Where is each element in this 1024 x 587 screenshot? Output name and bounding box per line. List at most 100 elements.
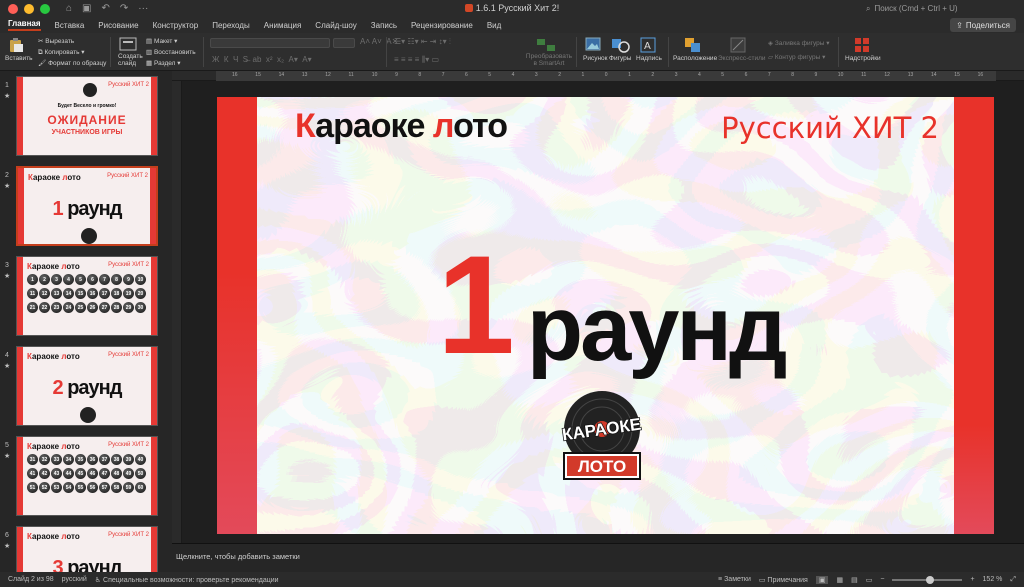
slide-thumbnail-row[interactable]: 1 ★ Русский ХИТ 2 Будет Весело и громко!… bbox=[0, 76, 172, 164]
slide-thumbnail-row[interactable]: 2 ★ Караоке лото Русский ХИТ 2 1 раунд bbox=[0, 166, 172, 254]
slide-title[interactable]: Караоке лото bbox=[295, 107, 508, 146]
number-ball: 54 bbox=[63, 482, 74, 493]
fit-slide-icon[interactable]: ⤢ bbox=[1010, 576, 1016, 584]
layout-button[interactable]: ▤ Макет ▾ bbox=[146, 37, 177, 45]
close-window-icon[interactable] bbox=[8, 3, 18, 14]
slide-thumbnail-row[interactable]: 3 ★ Караоке лото Русский ХИТ 21234567891… bbox=[0, 256, 172, 344]
tab-8[interactable]: Рецензирование bbox=[411, 21, 473, 30]
tab-7[interactable]: Запись bbox=[371, 21, 397, 30]
zoom-slider[interactable] bbox=[892, 575, 963, 584]
title-bar: ⌂ ▣ ↶ ↷ ··· 1.6.1 Русский Хит 2! ⌕ Поиск… bbox=[0, 0, 1024, 17]
redo-icon[interactable]: ↷ bbox=[120, 3, 128, 14]
section-button[interactable]: ▦ Раздел ▾ bbox=[146, 59, 181, 67]
shapes-icon[interactable] bbox=[611, 37, 631, 53]
notes-pane[interactable]: Щелкните, чтобы добавить заметки bbox=[172, 543, 1024, 572]
slide-sorter-icon[interactable]: ▦ bbox=[836, 576, 843, 584]
paragraph-buttons-bottom[interactable]: ≡ ≡ ≡ ≡ ⫼▾ ▭ bbox=[394, 55, 439, 65]
copy-button[interactable]: ⧉ Копировать ▾ bbox=[38, 48, 85, 57]
number-ball: 48 bbox=[111, 468, 122, 479]
tab-2[interactable]: Рисование bbox=[98, 21, 138, 30]
normal-view-icon[interactable]: ▣ bbox=[815, 575, 829, 584]
font-size-field[interactable] bbox=[333, 38, 355, 48]
format-painter-label: Формат по образцу bbox=[48, 60, 107, 67]
language-indicator[interactable]: русский bbox=[62, 576, 87, 583]
picture-button[interactable]: Рисунок bbox=[583, 55, 608, 62]
horizontal-ruler[interactable]: 16 15 14 13 12 11 10 9 8 7 6 5 4 3 2 1 0 1 2 3 4 5 6 7 8 9 10 11 12 1… bbox=[172, 71, 1024, 81]
tab-4[interactable]: Переходы bbox=[212, 21, 250, 30]
comments-toggle[interactable]: ▭ Примечания bbox=[759, 576, 808, 584]
slide-thumbnails-pane[interactable]: 1 ★ Русский ХИТ 2 Будет Весело и громко!… bbox=[0, 71, 172, 572]
new-slide-button[interactable]: Создать слайд bbox=[118, 53, 144, 67]
shapes-button[interactable]: Фигуры bbox=[609, 55, 631, 62]
thumb-subtitle: Русский ХИТ 2 bbox=[108, 442, 149, 448]
tab-9[interactable]: Вид bbox=[487, 21, 501, 30]
slide-thumbnail[interactable]: Караоке лото Русский ХИТ 2 2 раунд bbox=[16, 346, 158, 426]
zoom-in-icon[interactable]: + bbox=[970, 576, 974, 583]
slide-thumbnail[interactable]: Караоке лото Русский ХИТ 2 3 раунд bbox=[16, 526, 158, 572]
format-painter-button[interactable]: 🖌 Формат по образцу bbox=[38, 59, 106, 67]
more-icon[interactable]: ··· bbox=[138, 3, 148, 14]
font-size-controls[interactable]: A˄ A˅ A✕ bbox=[360, 37, 398, 46]
smartart-button[interactable]: Преобразовать в SmartArt bbox=[524, 53, 574, 67]
shape-fill-button[interactable]: ◈ Заливка фигуры ▾ bbox=[768, 39, 830, 47]
zoom-slider-knob[interactable] bbox=[926, 575, 935, 584]
zoom-level[interactable]: 152 % bbox=[983, 576, 1003, 583]
tab-5[interactable]: Анимация bbox=[264, 21, 302, 30]
arrange-button[interactable]: Расположение bbox=[673, 55, 717, 62]
font-name-field[interactable] bbox=[210, 38, 330, 48]
slide-thumbnail[interactable]: Караоке лото Русский ХИТ 2 1 2 3 4 5 6 7 8 9 10 11 1… bbox=[16, 256, 158, 336]
ruler-number: 2 bbox=[651, 72, 655, 78]
slideshow-icon[interactable]: ▭ bbox=[866, 576, 873, 584]
paste-icon[interactable] bbox=[8, 37, 24, 53]
accessibility-status[interactable]: ♿ Специальные возможности: проверьте рек… bbox=[95, 576, 279, 584]
reading-view-icon[interactable]: ▤ bbox=[851, 576, 858, 584]
number-ball: 45 bbox=[75, 468, 86, 479]
textbox-icon[interactable]: A bbox=[640, 37, 656, 53]
reset-button[interactable]: ▥ Восстановить bbox=[146, 48, 196, 56]
thumb-round-number: 3 bbox=[52, 557, 64, 572]
thumb-line1: Будет Весело и громко! bbox=[57, 103, 117, 109]
slide-thumbnail-row[interactable]: 6 ★ Караоке лото Русский ХИТ 2 3 раунд bbox=[0, 526, 172, 572]
new-slide-icon[interactable] bbox=[119, 37, 137, 51]
text-format-buttons[interactable]: Ж К Ч S̶ ab x² x₂ A▾ A▾ bbox=[212, 55, 312, 64]
vertical-ruler[interactable] bbox=[172, 81, 182, 543]
slide-subtitle[interactable]: Русский ХИТ 2 bbox=[721, 111, 939, 145]
slide-thumbnail-row[interactable]: 5 ★ Караоке лото Русский ХИТ 2 31 32 33 34 35… bbox=[0, 436, 172, 524]
accessibility-label: Специальные возможности: проверьте реком… bbox=[103, 576, 279, 584]
addins-button[interactable]: Надстройки bbox=[845, 55, 881, 62]
addins-icon[interactable] bbox=[854, 37, 870, 53]
cut-button[interactable]: ✂ Вырезать bbox=[38, 37, 74, 45]
shape-outline-button[interactable]: ▱ Контур фигуры ▾ bbox=[768, 53, 825, 61]
karaoke-loto-logo[interactable]: КАРАОКЕ ЛОТО bbox=[547, 387, 657, 497]
tab-3[interactable]: Конструктор bbox=[153, 21, 199, 30]
notes-toggle[interactable]: ≡ Заметки bbox=[718, 576, 751, 583]
zoom-window-icon[interactable] bbox=[40, 3, 50, 14]
share-button[interactable]: ⇪ Поделиться bbox=[950, 18, 1016, 32]
round-heading[interactable]: 1 раунд bbox=[437, 235, 787, 376]
undo-icon[interactable]: ↶ bbox=[102, 3, 110, 14]
tab-1[interactable]: Вставка bbox=[55, 21, 85, 30]
slide-thumbnail[interactable]: Русский ХИТ 2 Будет Весело и громко! ОЖИ… bbox=[16, 76, 158, 156]
tab-0[interactable]: Главная bbox=[8, 19, 41, 31]
search-box[interactable]: ⌕ Поиск (Cmd + Ctrl + U) bbox=[866, 2, 1006, 15]
slide-thumbnail[interactable]: Караоке лото Русский ХИТ 2 31 32 33 34 35 36 37… bbox=[16, 436, 158, 516]
home-icon[interactable]: ⌂ bbox=[66, 3, 72, 14]
smartart-icon[interactable] bbox=[536, 37, 556, 53]
arrange-icon[interactable] bbox=[684, 37, 702, 53]
number-ball: 32 bbox=[39, 454, 50, 465]
zoom-out-icon[interactable]: − bbox=[880, 576, 884, 583]
number-ball: 28 bbox=[111, 302, 122, 313]
save-icon[interactable]: ▣ bbox=[82, 3, 91, 14]
current-slide[interactable]: Караоке лото Русский ХИТ 2 1 раунд КАРАО… bbox=[217, 97, 994, 534]
quick-styles-icon[interactable] bbox=[730, 37, 746, 53]
paragraph-buttons-top[interactable]: ☰▾ ☷▾ ⇤ ⇥ ↕▾ ⫶ bbox=[394, 37, 451, 47]
minimize-window-icon[interactable] bbox=[24, 3, 34, 14]
slide-thumbnail-row[interactable]: 4 ★ Караоке лото Русский ХИТ 2 2 раунд bbox=[0, 346, 172, 434]
picture-icon[interactable] bbox=[585, 37, 601, 51]
slide-thumbnail[interactable]: Караоке лото Русский ХИТ 2 1 раунд bbox=[16, 166, 158, 246]
notes-placeholder: Щелкните, чтобы добавить заметки bbox=[176, 552, 300, 561]
paste-button[interactable]: Вставить bbox=[5, 55, 33, 62]
quick-styles-button[interactable]: Экспресс-стили bbox=[718, 55, 766, 62]
textbox-button[interactable]: Надпись bbox=[636, 55, 662, 62]
tab-6[interactable]: Слайд-шоу bbox=[315, 21, 356, 30]
